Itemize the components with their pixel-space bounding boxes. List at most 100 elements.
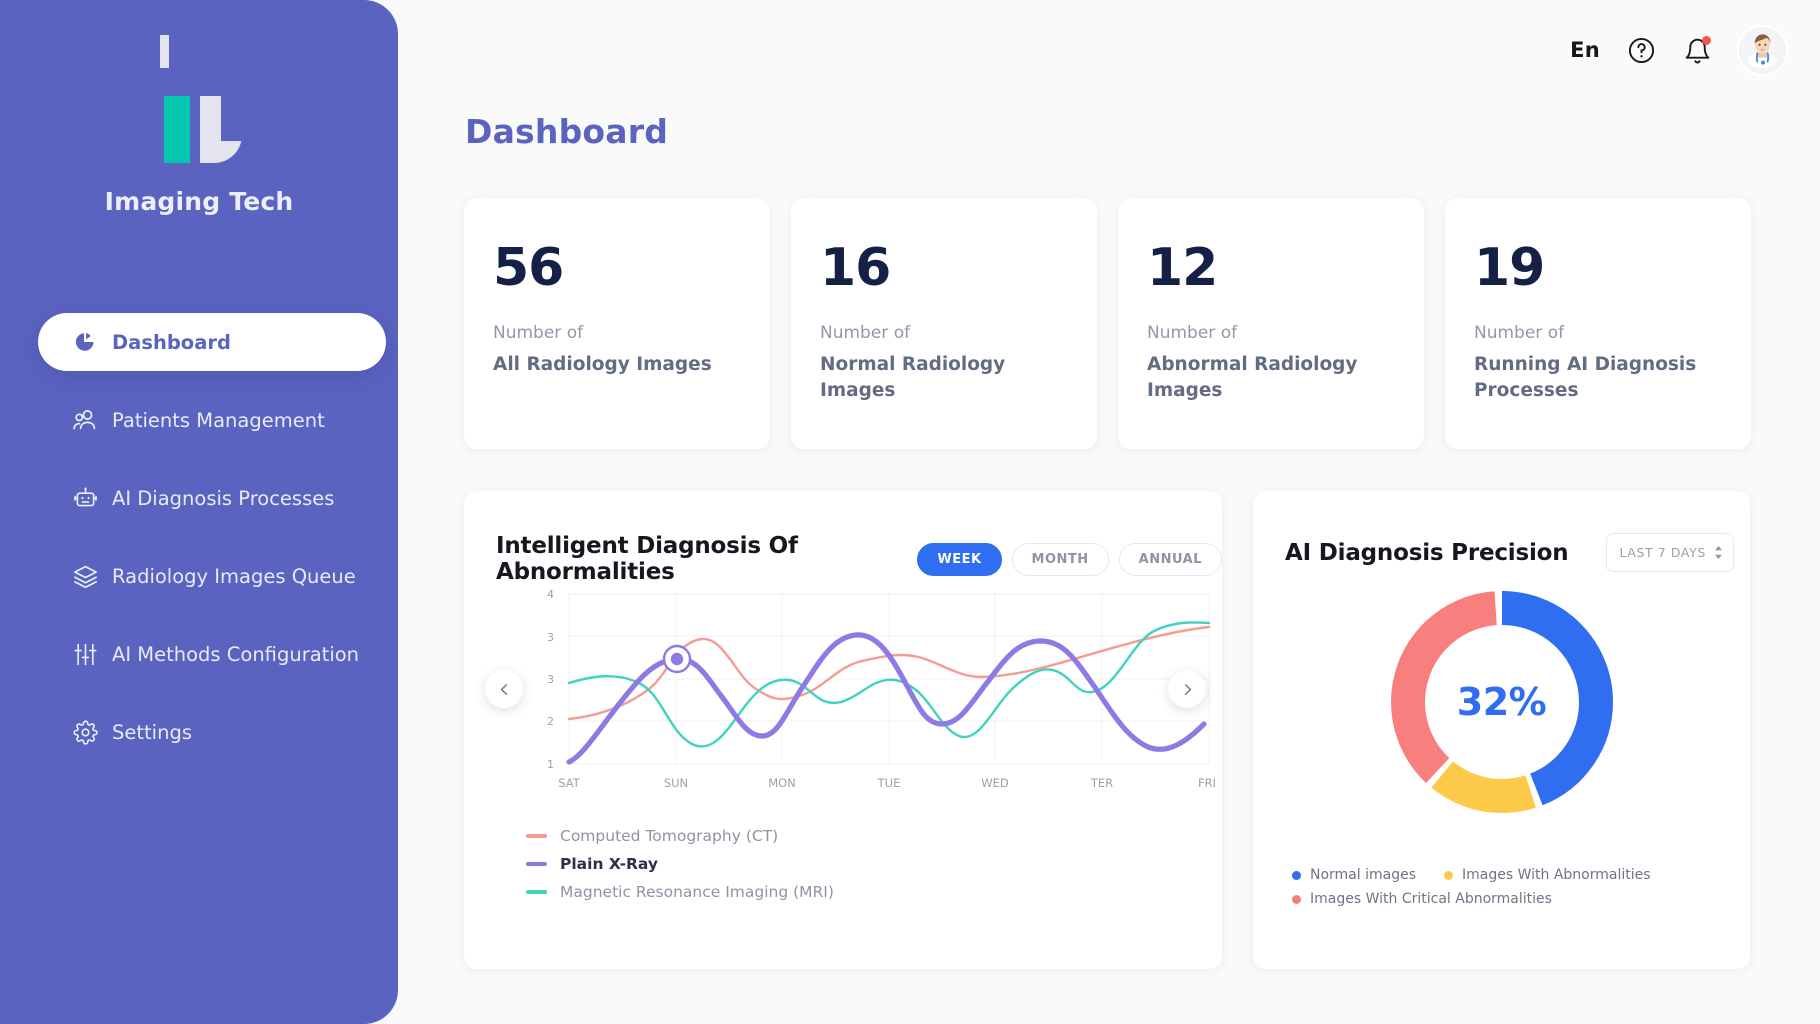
legend-label: Plain X-Ray <box>560 854 659 873</box>
stat-label: All Radiology Images <box>493 354 712 375</box>
line-chart-canvas: 4 3 2 1 0 3 <box>464 584 1222 796</box>
svg-text:1: 1 <box>547 758 554 771</box>
stat-sublabel: Number of <box>820 323 911 343</box>
legend-label: Normal images <box>1310 867 1417 883</box>
range-tab-annual[interactable]: ANNUAL <box>1118 542 1222 576</box>
chart-highlight-marker[interactable] <box>662 644 692 674</box>
stat-card-normal-radiology-images: 16 Number of Normal Radiology Images <box>791 198 1097 449</box>
legend-swatch <box>526 889 547 894</box>
stat-label: Normal Radiology Images <box>820 354 1006 401</box>
svg-text:3: 3 <box>547 631 554 644</box>
legend-label: Magnetic Resonance Imaging (MRI) <box>560 882 834 901</box>
svg-text:4: 4 <box>547 588 554 601</box>
sidebar: Imaging Tech Dashboard Patients Manageme… <box>0 0 398 1024</box>
date-range-select[interactable]: LAST 7 DAYS <box>1606 533 1735 572</box>
legend-swatch <box>526 861 547 866</box>
sidebar-item-radiology-images-queue[interactable]: Radiology Images Queue <box>38 547 398 605</box>
logo-icon <box>146 96 252 168</box>
avatar[interactable] <box>1739 26 1786 74</box>
legend-swatch <box>526 833 547 838</box>
svg-text:TER: TER <box>1090 776 1113 790</box>
legend-label: Images With Abnormalities <box>1462 867 1651 883</box>
stat-cards: 56 Number of All Radiology Images 16 Num… <box>464 198 1751 449</box>
stat-sublabel: Number of <box>493 323 584 343</box>
chart-next-button[interactable] <box>1168 670 1206 708</box>
legend-item-ct[interactable]: Computed Tomography (CT) <box>526 823 834 848</box>
svg-text:FRI: FRI <box>1198 776 1216 790</box>
date-range-value: LAST 7 DAYS <box>1619 545 1706 560</box>
pie-chart-icon <box>68 325 102 359</box>
legend-label: Images With Critical Abnormalities <box>1310 891 1552 907</box>
donut-chart-panel: AI Diagnosis Precision LAST 7 DAYS 32% N… <box>1253 491 1750 969</box>
svg-text:2: 2 <box>547 715 554 728</box>
donut-chart-legend: Normal images Images With Abnormalities … <box>1292 867 1722 915</box>
chevron-right-icon <box>1184 683 1191 695</box>
sidebar-item-patients-management[interactable]: Patients Management <box>38 391 398 449</box>
notification-dot <box>1702 35 1711 45</box>
sidebar-item-label: Patients Management <box>112 408 325 432</box>
chevron-left-icon <box>500 683 507 695</box>
sidebar-item-dashboard[interactable]: Dashboard <box>38 313 386 371</box>
y-axis-ticks: 4 3 2 1 0 <box>547 588 554 771</box>
line-chart-title: Intelligent Diagnosis Of Abnormalities <box>496 533 798 585</box>
bell-icon[interactable] <box>1683 35 1712 65</box>
sidebar-item-label: AI Diagnosis Processes <box>112 486 335 510</box>
svg-text:SUN: SUN <box>664 776 688 790</box>
page-title: Dashboard <box>465 112 669 151</box>
sidebar-item-ai-methods-configuration[interactable]: AI Methods Configuration <box>38 625 398 683</box>
gear-icon <box>68 715 102 749</box>
svg-text:WED: WED <box>981 776 1009 790</box>
range-tab-month[interactable]: MONTH <box>1011 542 1109 576</box>
range-tabs: WEEK MONTH ANNUAL <box>917 542 1222 576</box>
line-chart-svg: 4 3 2 1 0 3 <box>547 588 1216 790</box>
stat-label: Abnormal Radiology Images <box>1147 354 1358 401</box>
sidebar-item-label: Radiology Images Queue <box>112 564 356 588</box>
stat-card-running-ai-diagnosis-processes: 19 Number of Running AI Diagnosis Proces… <box>1445 198 1751 449</box>
legend-label: Computed Tomography (CT) <box>560 826 779 845</box>
donut-legend-item-critical[interactable]: Images With Critical Abnormalities <box>1292 891 1552 907</box>
sidebar-item-label: AI Methods Configuration <box>112 642 360 666</box>
donut-legend-item-normal[interactable]: Normal images <box>1292 867 1416 883</box>
svg-text:3: 3 <box>547 673 554 686</box>
legend-item-mri[interactable]: Magnetic Resonance Imaging (MRI) <box>526 879 834 904</box>
stat-value: 19 <box>1474 238 1545 298</box>
sliders-icon <box>68 637 102 671</box>
stat-value: 56 <box>493 238 564 298</box>
robot-icon <box>68 481 102 515</box>
main-content: En Dashboard 56 Number of All Radiology … <box>398 0 1820 1024</box>
range-tab-week[interactable]: WEEK <box>917 542 1002 576</box>
stat-card-all-radiology-images: 56 Number of All Radiology Images <box>464 198 770 449</box>
stat-value: 12 <box>1147 238 1218 298</box>
logo-tick-icon <box>160 35 169 68</box>
top-header: En <box>1570 22 1786 78</box>
svg-text:TUE: TUE <box>877 776 901 790</box>
donut-legend-item-abnormalities[interactable]: Images With Abnormalities <box>1444 867 1651 883</box>
dashboard-panels: Intelligent Diagnosis Of Abnormalities W… <box>464 491 1750 969</box>
line-chart-header: Intelligent Diagnosis Of Abnormalities W… <box>464 491 1222 585</box>
legend-item-xray[interactable]: Plain X-Ray <box>526 851 834 876</box>
brand-logo: Imaging Tech <box>0 35 398 216</box>
sidebar-item-settings[interactable]: Settings <box>38 703 398 761</box>
language-toggle[interactable]: En <box>1570 38 1600 62</box>
sidebar-item-label: Dashboard <box>112 330 231 354</box>
donut-chart-canvas: 32% <box>1253 577 1750 827</box>
sidebar-item-ai-diagnosis-processes[interactable]: AI Diagnosis Processes <box>38 469 398 527</box>
legend-swatch <box>1444 870 1454 880</box>
donut-chart-header: AI Diagnosis Precision LAST 7 DAYS <box>1253 491 1750 572</box>
sidebar-nav: Dashboard Patients Management AI Diagnos… <box>0 313 398 761</box>
stat-card-abnormal-radiology-images: 12 Number of Abnormal Radiology Images <box>1118 198 1424 449</box>
chevron-updown-icon <box>1715 546 1723 559</box>
stat-value: 16 <box>820 238 891 298</box>
svg-text:SAT: SAT <box>558 776 580 790</box>
question-circle-icon[interactable] <box>1627 36 1656 65</box>
line-chart-legend: Computed Tomography (CT) Plain X-Ray Mag… <box>526 823 834 907</box>
sidebar-item-label: Settings <box>112 720 192 744</box>
legend-swatch <box>1292 870 1301 880</box>
line-chart-panel: Intelligent Diagnosis Of Abnormalities W… <box>464 491 1222 969</box>
users-icon <box>68 403 102 437</box>
brand-name: Imaging Tech <box>104 187 294 216</box>
stat-label: Running AI Diagnosis Processes <box>1474 354 1697 401</box>
chart-prev-button[interactable] <box>485 670 523 708</box>
layers-icon <box>68 559 102 593</box>
x-axis-ticks: SAT SUN MON TUE WED TER FRI <box>558 776 1216 790</box>
